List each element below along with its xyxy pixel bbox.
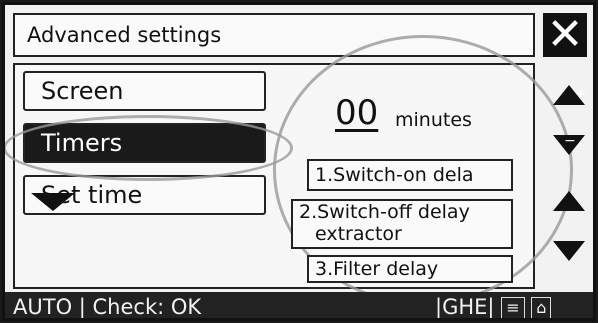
- minus-triangle-icon: −: [553, 133, 585, 155]
- option-label: 3.Filter delay: [315, 258, 439, 280]
- lcd-screen: Advanced settings ✕ Screen Timers Set ti…: [2, 2, 596, 321]
- close-icon: ✕: [546, 9, 584, 60]
- timer-unit: minutes: [395, 109, 472, 131]
- svg-text:−: −: [564, 133, 576, 149]
- option-label: 1.Switch-on dela: [315, 164, 474, 186]
- svg-text:+: +: [575, 86, 587, 102]
- increase-button[interactable]: +: [549, 81, 589, 111]
- timer-option-switch-on-delay[interactable]: 1.Switch-on dela: [307, 159, 513, 191]
- scroll-down-icon[interactable]: [31, 193, 75, 211]
- plus-triangle-icon: +: [553, 85, 587, 105]
- scroll-up-button[interactable]: [549, 187, 589, 215]
- option-label-line2: extractor: [315, 223, 402, 245]
- up-arrow-icon: [553, 191, 585, 211]
- timer-option-switch-off-delay[interactable]: 2.Switch-off delay extractor: [291, 199, 513, 249]
- decrease-button[interactable]: −: [549, 129, 589, 159]
- scroll-down-button[interactable]: [549, 237, 589, 265]
- status-right-group: |GHE| ≡ ⌂: [435, 292, 552, 319]
- menu-item-label: Screen: [41, 77, 124, 105]
- down-arrow-icon: [553, 241, 585, 261]
- status-code: GHE: [442, 295, 488, 319]
- timer-value: 00: [335, 93, 379, 133]
- option-label: 2.Switch-off delay: [299, 201, 470, 223]
- home-icon[interactable]: ⌂: [531, 297, 552, 318]
- settings-slider-icon[interactable]: ≡: [501, 297, 525, 318]
- status-text: AUTO | Check: OK: [13, 295, 202, 319]
- status-bar: AUTO | Check: OK |GHE| ≡ ⌂: [5, 292, 593, 319]
- timer-option-filter-delay[interactable]: 3.Filter delay: [307, 255, 513, 283]
- highlight-ring-left: [5, 115, 293, 181]
- window-title: Advanced settings: [27, 23, 222, 47]
- close-button[interactable]: ✕: [543, 13, 587, 57]
- menu-item-screen[interactable]: Screen: [23, 71, 266, 111]
